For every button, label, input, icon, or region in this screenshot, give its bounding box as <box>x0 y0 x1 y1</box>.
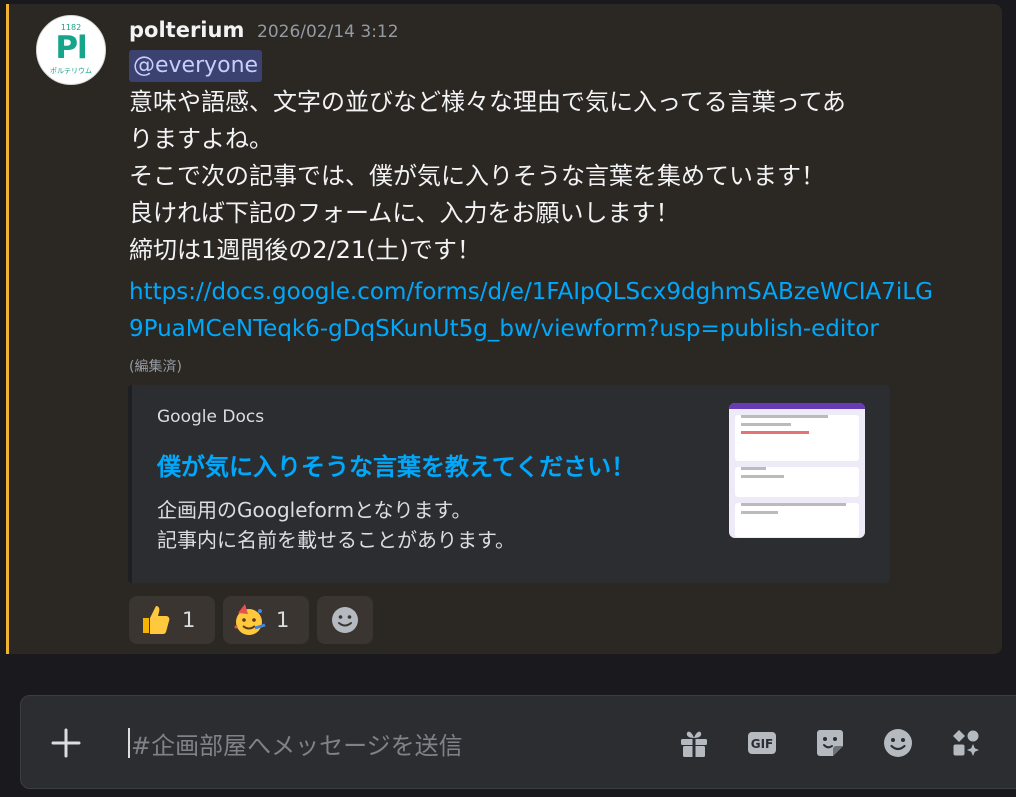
everyone-mention[interactable]: @everyone <box>129 50 263 82</box>
message-input[interactable]: #企画部屋へメッセージを送信 <box>131 726 463 761</box>
form-link-line[interactable]: https://docs.google.com/forms/d/e/1FAIpQ… <box>129 274 969 311</box>
avatar-name: ポルテリウム <box>50 67 92 75</box>
message-body: 意味や語感、文字の並びなど様々な理由で気に入ってる言葉ってあ りますよね。 そこ… <box>129 84 969 269</box>
add-reaction-button[interactable] <box>317 596 373 644</box>
plus-icon[interactable] <box>50 727 82 759</box>
avatar-symbol: Pl <box>55 30 87 66</box>
gift-icon[interactable] <box>678 727 710 759</box>
message-line: りますよね。 <box>129 125 273 153</box>
thumbnail-card <box>735 503 859 537</box>
smile-icon <box>332 607 358 633</box>
sticker-icon[interactable] <box>814 727 846 759</box>
avatar[interactable]: 1182 Pl ポルテリウム <box>36 15 106 85</box>
emoji-icon[interactable] <box>882 727 914 759</box>
reaction-count: 1 <box>182 608 196 632</box>
timestamp[interactable]: 2026/02/14 3:12 <box>257 22 399 42</box>
embed-description-line: 記事内に名前を載せることがあります。 <box>157 528 515 552</box>
form-link-line[interactable]: 9PuaMCeNTeqk6-gDqSKunUt5g_bw/viewform?us… <box>129 311 969 348</box>
embed-thumbnail[interactable] <box>729 403 865 538</box>
message-line: 良ければ下記のフォームに、入力をお願いします！ <box>129 199 680 227</box>
gif-label: GIF <box>751 737 774 751</box>
thumbnail-card <box>735 415 859 461</box>
gif-icon[interactable]: GIF <box>746 727 778 759</box>
message-item[interactable]: 1182 Pl ポルテリウム polterium 2026/02/14 3:12… <box>6 4 1002 654</box>
username[interactable]: polterium <box>129 18 244 42</box>
reaction-count: 1 <box>276 608 290 632</box>
party-face-icon <box>234 604 266 635</box>
embed-description-line: 企画用のGoogleformとなります。 <box>157 498 472 522</box>
link-embed: Google Docs 僕が気に入りそうな言葉を教えてください！ 企画用のGoo… <box>128 385 890 583</box>
thumbnail-header-bar <box>729 403 865 409</box>
form-link[interactable]: https://docs.google.com/forms/d/e/1FAIpQ… <box>129 274 969 348</box>
edited-label: (編集済) <box>129 359 182 375</box>
message-line: 意味や語感、文字の並びなど様々な理由で気に入ってる言葉ってあ <box>129 88 846 116</box>
thumbs-up-icon <box>143 606 170 634</box>
message-line: 締切は1週間後の2/21(土)です！ <box>129 236 481 264</box>
embed-title[interactable]: 僕が気に入りそうな言葉を教えてください！ <box>157 447 635 482</box>
message-composer: #企画部屋へメッセージを送信 GIF <box>20 695 1016 789</box>
text-caret <box>128 728 130 758</box>
reaction-party[interactable]: 1 <box>223 596 309 644</box>
apps-icon[interactable] <box>950 727 982 759</box>
embed-description: 企画用のGoogleformとなります。 記事内に名前を載せることがあります。 <box>157 495 515 555</box>
thumbnail-card <box>735 467 859 497</box>
message-line: そこで次の記事では、僕が気に入りそうな言葉を集めています！ <box>129 162 825 190</box>
embed-provider: Google Docs <box>157 407 265 427</box>
reaction-thumbs-up[interactable]: 1 <box>129 596 215 644</box>
